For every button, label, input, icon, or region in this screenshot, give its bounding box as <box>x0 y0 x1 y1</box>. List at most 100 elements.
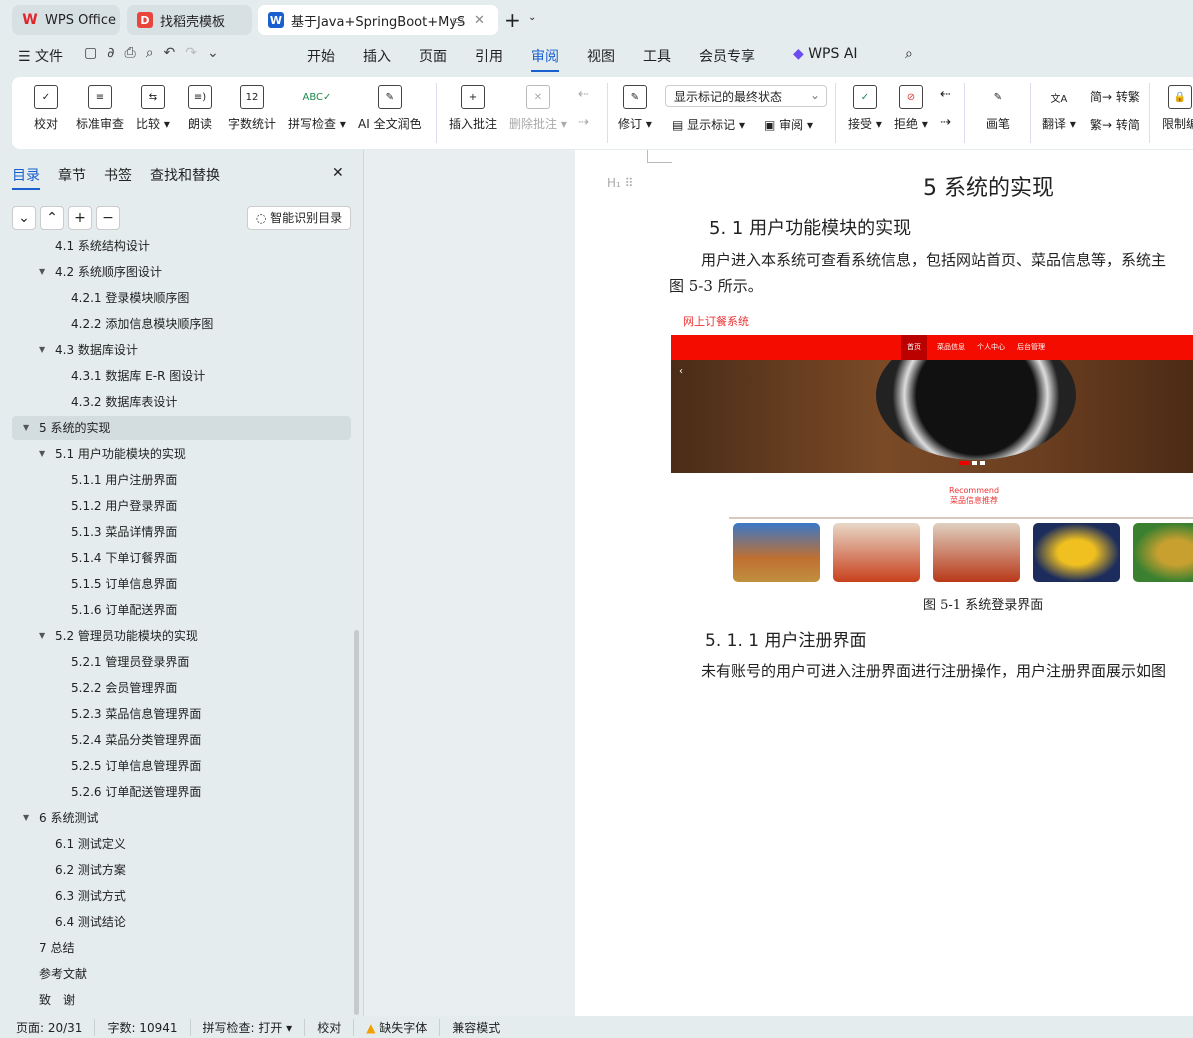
toc-item[interactable]: ▼ 5.2 管理员功能模块的实现 <box>12 624 351 648</box>
remove-heading-button[interactable]: − <box>96 206 120 230</box>
to-traditional-button[interactable]: 简→ 转繁 <box>1090 88 1140 105</box>
toc-item[interactable]: 4.3.1 数据库 E-R 图设计 <box>12 364 351 388</box>
restrict-edit-button[interactable]: 🔒 限制编 <box>1162 85 1193 132</box>
expand-arrow-icon[interactable]: ▼ <box>23 806 29 830</box>
proofread-status[interactable]: 校对 <box>305 1018 355 1036</box>
tab-bookmarks[interactable]: 书签 <box>104 165 132 185</box>
monitor-icon[interactable]: ▭ <box>452 13 464 28</box>
toc-item[interactable]: 参考文献 <box>12 962 351 986</box>
next-change-icon[interactable]: ⇢ <box>940 115 951 130</box>
toc-item[interactable]: ▼ 5.1 用户功能模块的实现 <box>12 442 351 466</box>
toc-item[interactable]: ▼ 6 系统测试 <box>12 806 351 830</box>
toc-item[interactable]: 5.1.3 菜品详情界面 <box>12 520 351 544</box>
tab-docer[interactable]: D 找稻壳模板 <box>127 5 252 35</box>
toc-item[interactable]: 5.2.2 会员管理界面 <box>12 676 351 700</box>
expand-down-button[interactable]: ⌄ <box>12 206 36 230</box>
chevron-down-icon[interactable]: ⌄ <box>528 12 536 23</box>
menu-tools[interactable]: 工具 <box>643 46 671 66</box>
spell-check-status[interactable]: 拼写检查: 打开 ▾ <box>191 1018 306 1036</box>
menu-wps-ai[interactable]: ◆ WPS AI <box>793 46 858 62</box>
link-icon[interactable]: ∂ <box>107 45 124 61</box>
ai-polish-button[interactable]: ✎ AI 全文润色 <box>358 85 422 132</box>
menu-review[interactable]: 审阅 <box>531 46 559 72</box>
print-icon[interactable]: ⎙ <box>124 45 145 61</box>
toc-item[interactable]: 6.4 测试结论 <box>12 910 351 934</box>
toc-item[interactable]: 5.2.3 菜品信息管理界面 <box>12 702 351 726</box>
translate-button[interactable]: 文A 翻译 ▾ <box>1042 85 1076 132</box>
tab-wps-office[interactable]: W WPS Office <box>12 5 120 35</box>
toc-item[interactable]: 5.2.1 管理员登录界面 <box>12 650 351 674</box>
new-tab-icon[interactable]: + <box>504 8 521 32</box>
toc-item[interactable]: 6.1 测试定义 <box>12 832 351 856</box>
read-aloud-button[interactable]: ≡) 朗读 <box>188 85 212 132</box>
expand-arrow-icon[interactable]: ▼ <box>39 624 45 648</box>
toc-item[interactable]: 6.3 测试方式 <box>12 884 351 908</box>
toc-item[interactable]: 致 谢 <box>12 988 351 1012</box>
toc-item[interactable]: 4.2.2 添加信息模块顺序图 <box>12 312 351 336</box>
tab-toc[interactable]: 目录 <box>12 165 40 190</box>
word-count[interactable]: 字数: 10941 <box>95 1018 191 1036</box>
toc-item[interactable]: 6.2 测试方案 <box>12 858 351 882</box>
undo-icon[interactable]: ↶ <box>164 45 186 61</box>
compare-button[interactable]: ⇆ 比较 ▾ <box>136 85 170 132</box>
toc-item[interactable]: 5.1.4 下单订餐界面 <box>12 546 351 570</box>
toc-item[interactable]: 5.2.4 菜品分类管理界面 <box>12 728 351 752</box>
close-pane-icon[interactable]: ✕ <box>332 165 344 181</box>
toc-item[interactable]: 5.1.1 用户注册界面 <box>12 468 351 492</box>
scrollbar[interactable] <box>354 630 359 1015</box>
pen-button[interactable]: ✎ 画笔 <box>986 85 1010 132</box>
to-simplified-button[interactable]: 繁→ 转简 <box>1090 116 1140 133</box>
proofread-button[interactable]: ✓ 校对 <box>34 85 58 132</box>
toc-item[interactable]: 5.1.6 订单配送界面 <box>12 598 351 622</box>
toc-item[interactable]: ▼ 4.2 系统顺序图设计 <box>12 260 351 284</box>
quick-access-toolbar[interactable]: ▢∂⎙⌕↶↷⌄ <box>84 45 229 61</box>
add-heading-button[interactable]: + <box>68 206 92 230</box>
next-comment-icon[interactable]: ⇢ <box>578 115 589 130</box>
print-preview-icon[interactable]: ⌕ <box>146 45 164 61</box>
toc-item[interactable]: 4.3.2 数据库表设计 <box>12 390 351 414</box>
word-count-button[interactable]: 12 字数统计 <box>228 85 276 132</box>
menu-member[interactable]: 会员专享 <box>699 46 755 66</box>
menu-page[interactable]: 页面 <box>419 46 447 66</box>
prev-comment-icon[interactable]: ⇠ <box>578 87 589 102</box>
toc-item[interactable]: 5.2.6 订单配送管理界面 <box>12 780 351 804</box>
menu-view[interactable]: 视图 <box>587 46 615 66</box>
delete-comment-button[interactable]: ✕ 删除批注 ▾ <box>509 85 567 132</box>
toc-item[interactable]: 4.2.1 登录模块顺序图 <box>12 286 351 310</box>
reject-button[interactable]: ⊘ 拒绝 ▾ <box>894 85 928 132</box>
menu-start[interactable]: 开始 <box>307 46 335 66</box>
menu-insert[interactable]: 插入 <box>363 46 391 66</box>
toc-item[interactable]: 7 总结 <box>12 936 351 960</box>
revise-button[interactable]: ✎ 修订 ▾ <box>618 85 652 132</box>
tab-document[interactable]: W 基于Java+SpringBoot+MyS ▭ ✕ <box>258 5 498 35</box>
tab-find-replace[interactable]: 查找和替换 <box>150 165 220 185</box>
review-pane-button[interactable]: ▣ 审阅 ▾ <box>764 116 813 133</box>
toc-item[interactable]: ▼ 5 系统的实现 <box>12 416 351 440</box>
toc-item[interactable]: 5.1.5 订单信息界面 <box>12 572 351 596</box>
show-markup-button[interactable]: ▤ 显示标记 ▾ <box>672 116 745 133</box>
menu-reference[interactable]: 引用 <box>475 46 503 66</box>
menu-file[interactable]: ☰ 文件 <box>18 46 63 66</box>
page-indicator[interactable]: 页面: 20/31 <box>0 1018 96 1036</box>
prev-change-icon[interactable]: ⇠ <box>940 87 951 102</box>
redo-icon[interactable]: ↷ <box>185 45 207 61</box>
expand-arrow-icon[interactable]: ▼ <box>39 260 45 284</box>
collapse-up-button[interactable]: ⌃ <box>40 206 64 230</box>
toc-item[interactable]: 5.1.2 用户登录界面 <box>12 494 351 518</box>
standard-review-button[interactable]: ≡ 标准审查 <box>76 85 124 132</box>
smart-toc-button[interactable]: ◌ 智能识别目录 <box>247 206 351 230</box>
more-icon[interactable]: ⌄ <box>207 45 229 61</box>
expand-arrow-icon[interactable]: ▼ <box>39 442 45 466</box>
search-icon[interactable]: ⌕ <box>905 46 913 62</box>
markup-state-select[interactable]: 显示标记的最终状态 ⌄ <box>665 85 827 107</box>
accept-button[interactable]: ✓ 接受 ▾ <box>848 85 882 132</box>
missing-font-status[interactable]: ▲ 缺失字体 <box>354 1018 441 1036</box>
toc-item[interactable]: 4.1 系统结构设计 <box>12 236 351 258</box>
expand-arrow-icon[interactable]: ▼ <box>39 338 45 362</box>
save-icon[interactable]: ▢ <box>84 45 107 61</box>
expand-arrow-icon[interactable]: ▼ <box>23 416 29 440</box>
close-tab-icon[interactable]: ✕ <box>474 13 485 28</box>
tab-chapters[interactable]: 章节 <box>58 165 86 185</box>
toc-item[interactable]: 5.2.5 订单信息管理界面 <box>12 754 351 778</box>
insert-comment-button[interactable]: + 插入批注 <box>449 85 497 132</box>
